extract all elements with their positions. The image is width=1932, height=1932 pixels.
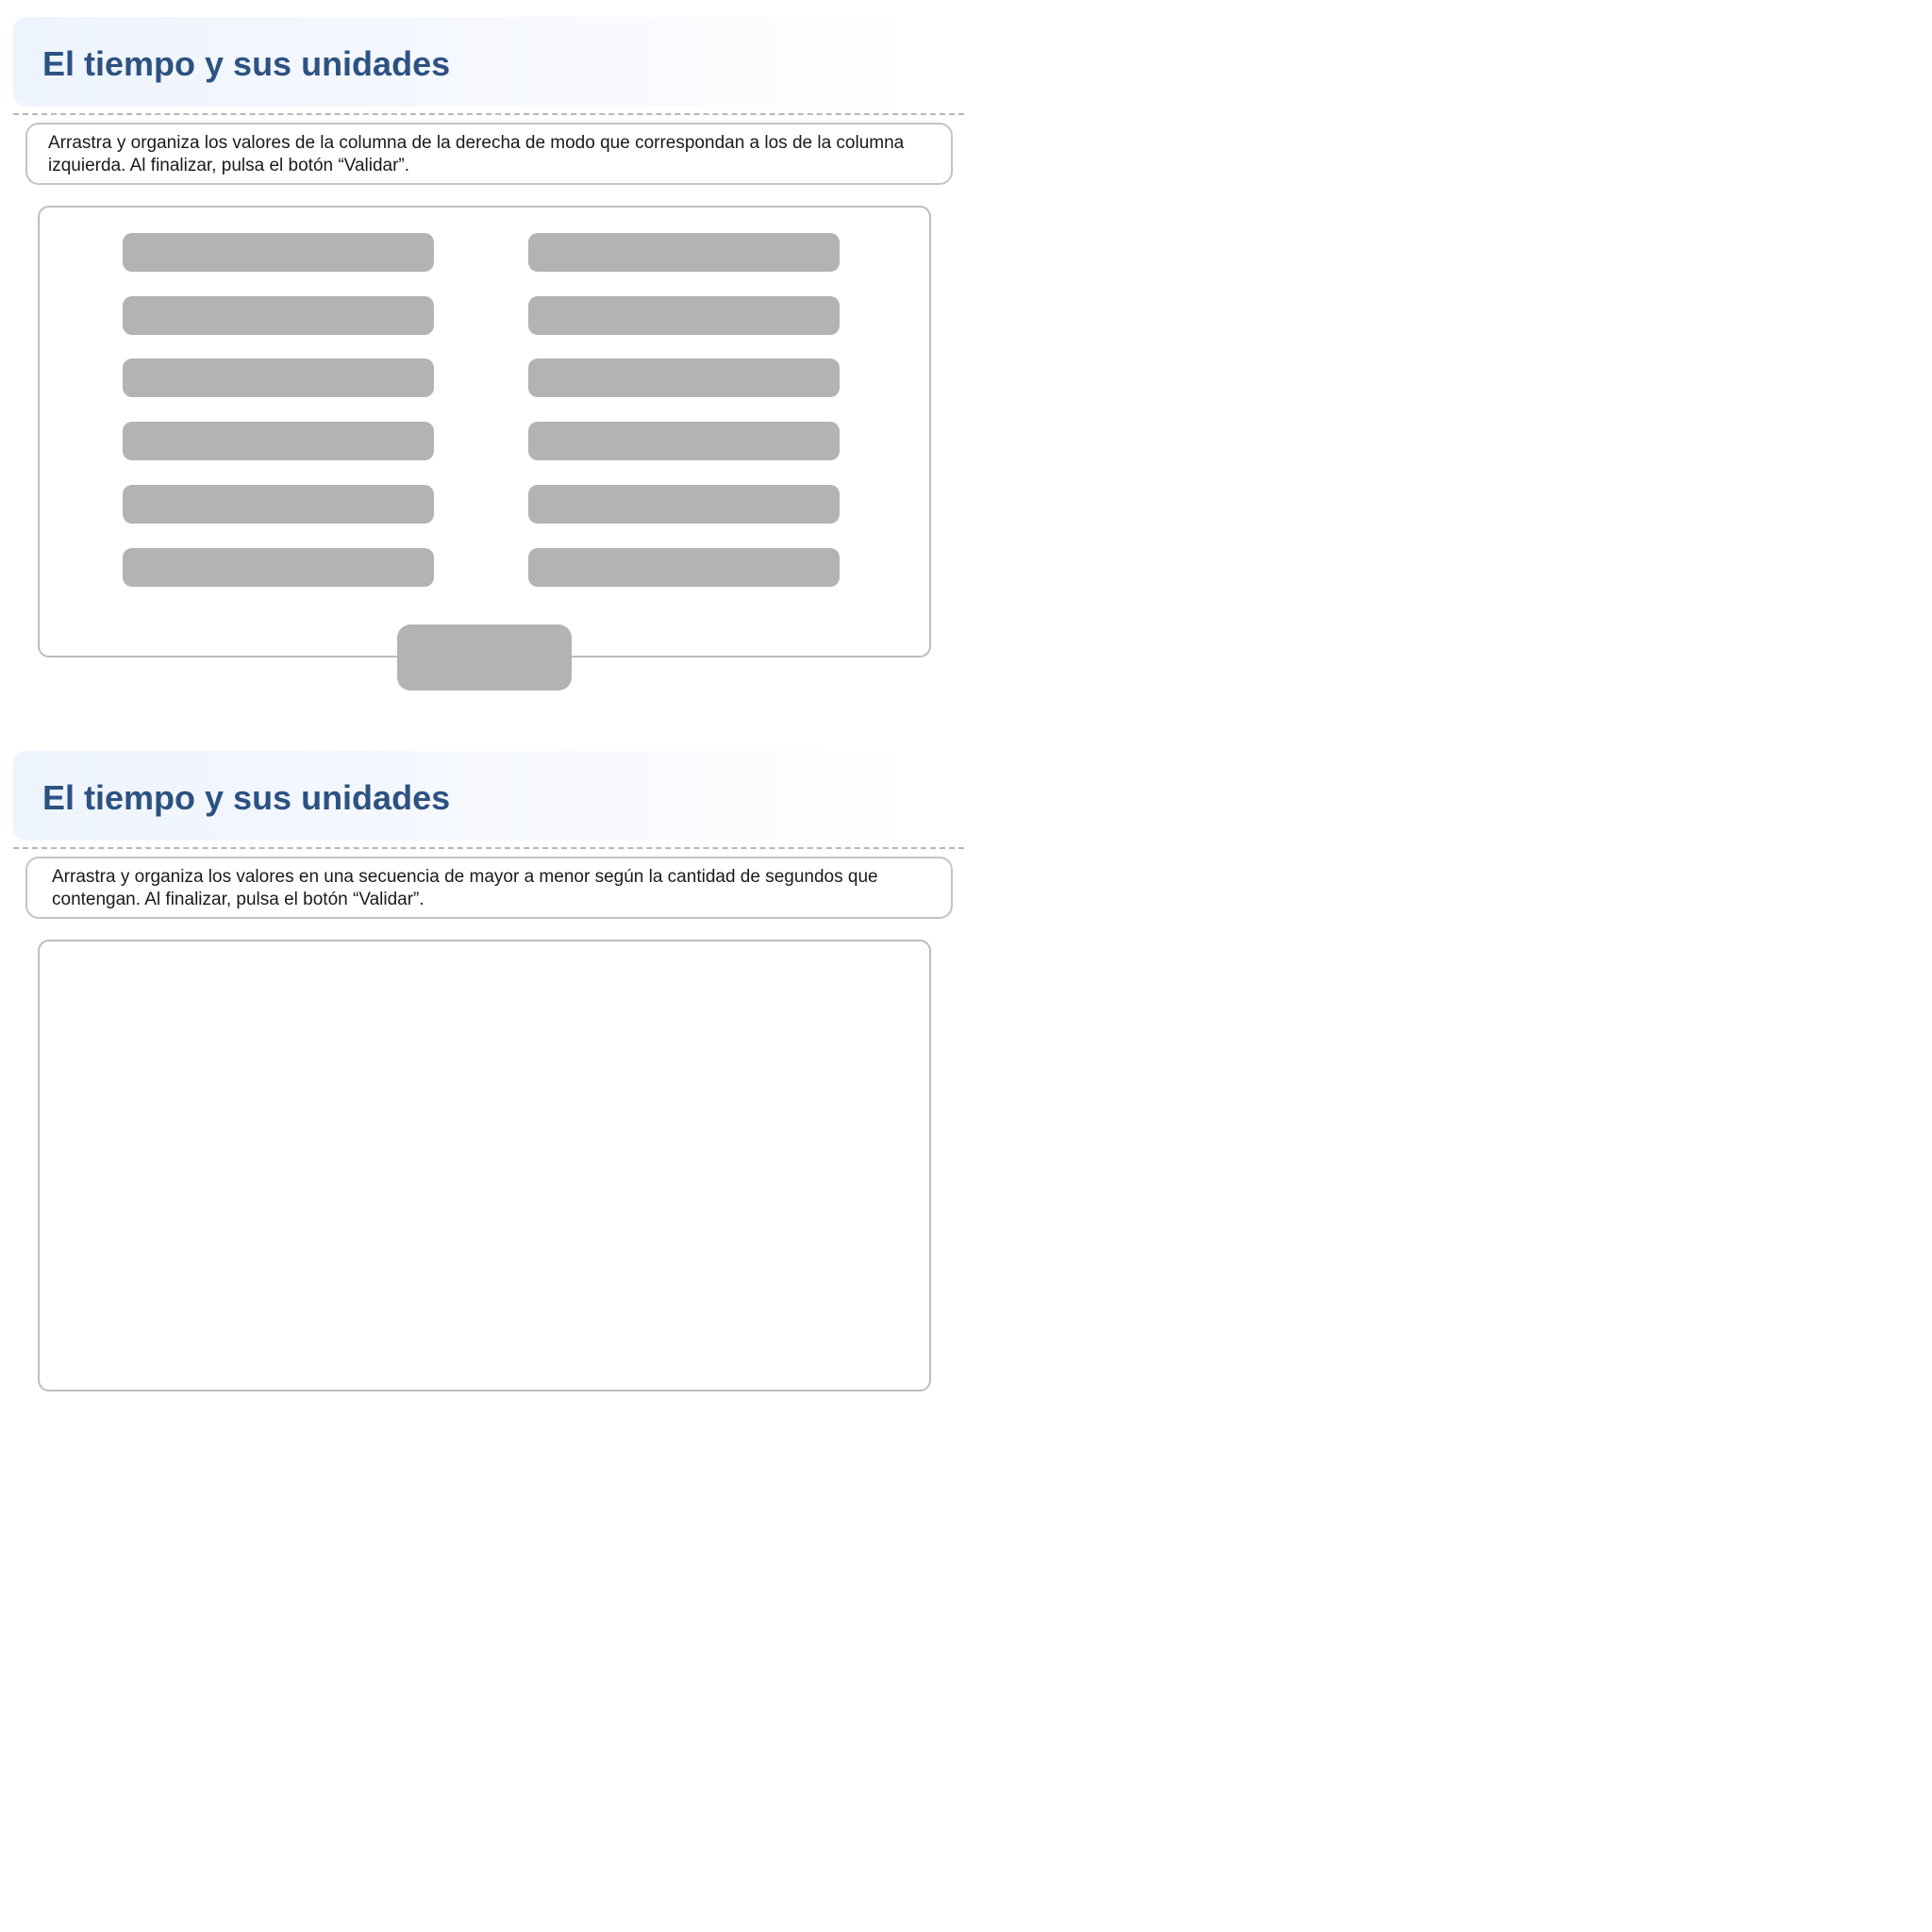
left-item (123, 548, 434, 587)
instructions-box: Arrastra y organiza los valores de la co… (25, 123, 953, 185)
left-item (123, 485, 434, 524)
validate-button[interactable] (397, 625, 572, 691)
instructions-box: Arrastra y organiza los valores en una s… (25, 857, 953, 919)
instructions-text: Arrastra y organiza los valores en una s… (52, 867, 878, 909)
draggable-value[interactable] (528, 233, 840, 272)
left-item (123, 296, 434, 335)
page-title: El tiempo y sus unidades (42, 44, 451, 83)
instructions-text: Arrastra y organiza los valores de la co… (48, 133, 905, 175)
page-title: El tiempo y sus unidades (42, 778, 451, 817)
ordering-area[interactable] (38, 940, 931, 1391)
header-divider (13, 847, 964, 849)
header-divider (13, 113, 964, 115)
draggable-value[interactable] (528, 358, 840, 397)
matching-area (38, 206, 931, 658)
page: El tiempo y sus unidades Arrastra y orga… (0, 0, 1932, 1932)
draggable-value[interactable] (528, 485, 840, 524)
draggable-value[interactable] (528, 422, 840, 460)
left-item (123, 358, 434, 397)
draggable-value[interactable] (528, 296, 840, 335)
left-item (123, 422, 434, 460)
left-item (123, 233, 434, 272)
draggable-value[interactable] (528, 548, 840, 587)
